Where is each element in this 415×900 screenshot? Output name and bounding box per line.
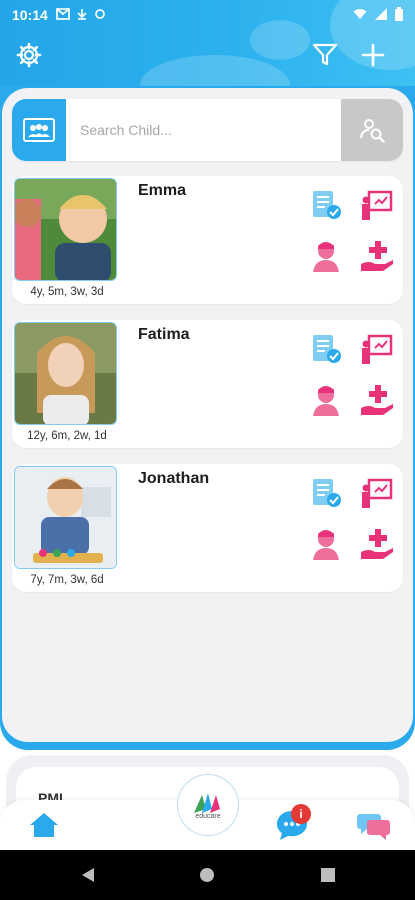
medical-care-button[interactable] [357, 380, 397, 420]
child-name[interactable]: Emma [138, 182, 186, 200]
presentation-button[interactable] [357, 474, 397, 514]
messages-icon [357, 814, 390, 840]
sync-icon [94, 8, 106, 23]
search-person-icon [360, 119, 385, 143]
square-recents-icon [321, 868, 335, 882]
group-icon-button[interactable] [12, 99, 66, 161]
child-card-fatima[interactable]: 12y, 6m, 2w, 1d Fatima [12, 320, 403, 448]
child-age: 12y, 6m, 2w, 1d [27, 430, 107, 442]
notification-badge: i [291, 804, 311, 824]
medical-care-icon [361, 241, 393, 271]
report-icon [313, 191, 341, 219]
child-age: 7y, 7m, 3w, 6d [30, 574, 104, 586]
status-bar: 10:14 [0, 0, 415, 30]
presentation-icon [362, 478, 393, 508]
nurse-icon [313, 530, 339, 560]
child-name[interactable]: Fatima [138, 326, 190, 344]
report-icon [313, 479, 341, 507]
presentation-button[interactable] [357, 330, 397, 370]
nurse-button[interactable] [306, 380, 346, 420]
medical-care-button[interactable] [357, 236, 397, 276]
child-name[interactable]: Jonathan [138, 470, 209, 488]
medical-care-icon [361, 529, 393, 559]
child-photo-emma[interactable] [14, 178, 117, 281]
nurse-button[interactable] [306, 524, 346, 564]
wifi-icon [353, 7, 367, 23]
system-navigation-bar [0, 850, 415, 900]
back-button[interactable] [80, 867, 96, 888]
presentation-button[interactable] [357, 186, 397, 226]
filter-icon [312, 43, 338, 66]
status-time: 10:14 [12, 7, 48, 23]
report-button[interactable] [306, 474, 346, 514]
presentation-icon [362, 334, 393, 364]
educare-logo-button[interactable]: educare [177, 774, 239, 836]
nurse-button[interactable] [306, 236, 346, 276]
child-card-jonathan[interactable]: 7y, 7m, 3w, 6d Jonathan [12, 464, 403, 592]
search-input[interactable] [80, 115, 340, 145]
gmail-icon [55, 7, 70, 23]
battery-icon [395, 6, 403, 24]
home-icon [30, 813, 58, 837]
logo-text: educare [195, 812, 221, 820]
report-icon [313, 335, 341, 363]
download-icon [76, 8, 88, 23]
back-icon [82, 868, 94, 882]
medical-care-icon [361, 385, 393, 415]
recents-button[interactable] [320, 867, 336, 888]
child-photo-fatima[interactable] [14, 322, 117, 425]
report-button[interactable] [306, 186, 346, 226]
child-age: 4y, 5m, 3w, 3d [30, 286, 104, 298]
home-system-button[interactable] [199, 867, 215, 888]
circle-home-icon [200, 868, 214, 882]
settings-button[interactable] [12, 38, 46, 72]
child-card-emma[interactable]: 4y, 5m, 3w, 3d Emma [12, 176, 403, 304]
medical-care-button[interactable] [357, 524, 397, 564]
report-button[interactable] [306, 330, 346, 370]
child-photo-jonathan[interactable] [14, 466, 117, 569]
home-tab[interactable] [26, 808, 62, 842]
signal-icon [375, 7, 387, 23]
add-icon [361, 43, 385, 67]
add-child-button[interactable] [356, 38, 390, 72]
search-button[interactable] [341, 99, 403, 161]
presentation-icon [362, 190, 393, 220]
settings-gear-icon [16, 42, 42, 68]
class-group-icon [23, 118, 55, 142]
filter-button[interactable] [308, 38, 342, 72]
nurse-icon [313, 386, 339, 416]
nurse-icon [313, 242, 339, 272]
search-bar [12, 99, 403, 161]
messages-tab[interactable] [354, 808, 394, 842]
